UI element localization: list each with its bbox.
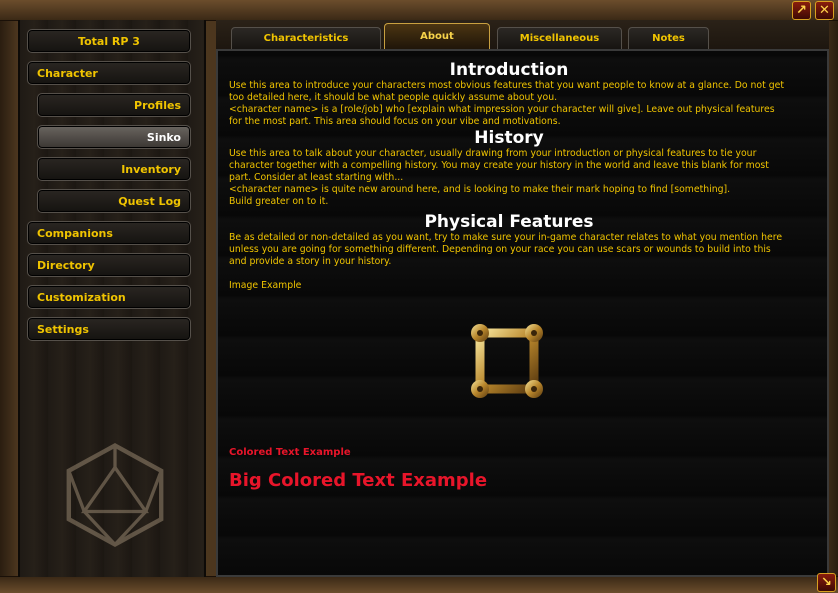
tab-notes[interactable]: Notes <box>628 27 709 49</box>
sidebar-item-label: Customization <box>37 290 126 304</box>
sidebar-item-quest-log[interactable]: Quest Log <box>37 189 191 213</box>
sidebar-item-label: Sinko <box>146 130 181 144</box>
introduction-heading: Introduction <box>449 60 569 80</box>
tab-label: Notes <box>652 33 685 44</box>
history-heading: History <box>474 128 544 148</box>
sidebar-item-sinko[interactable]: Sinko <box>37 125 191 149</box>
history-template-text: <character name> is quite new around her… <box>229 184 731 195</box>
tab-characteristics[interactable]: Characteristics <box>231 27 381 49</box>
tab-label: Characteristics <box>263 33 349 44</box>
close-x-icon: ✕ <box>819 3 830 18</box>
sidebar-item-inventory[interactable]: Inventory <box>37 157 191 181</box>
sidebar-item-label: Profiles <box>134 98 181 112</box>
colored-text-example: Colored Text Example <box>229 447 351 458</box>
sidebar-item-total-rp3[interactable]: Total RP 3 <box>27 29 191 53</box>
introduction-text: Use this area to introduce your characte… <box>229 80 784 103</box>
history-text: Use this area to talk about your charact… <box>229 148 769 183</box>
introduction-template-text: <character name> is a [role/job] who [ex… <box>229 104 775 127</box>
sidebar-item-label: Companions <box>37 226 113 240</box>
physical-features-text: Be as detailed or non-detailed as you wa… <box>229 232 783 267</box>
sidebar-item-companions[interactable]: Companions <box>27 221 191 245</box>
tab-about[interactable]: About <box>384 23 490 49</box>
about-content: Introduction Use this area to introduce … <box>229 60 789 292</box>
sidebar-item-character[interactable]: Character <box>27 61 191 85</box>
physical-features-heading: Physical Features <box>424 212 594 232</box>
tab-label: Miscellaneous <box>519 33 600 44</box>
sidebar-item-label: Settings <box>37 322 89 336</box>
sidebar-item-profiles[interactable]: Profiles <box>37 93 191 117</box>
sidebar-item-directory[interactable]: Directory <box>27 253 191 277</box>
image-example-label: Image Example <box>229 280 302 291</box>
close-button[interactable]: ✕ <box>815 1 834 20</box>
tab-label: About <box>420 31 454 42</box>
sidebar-item-label: Total RP 3 <box>78 34 140 48</box>
ornate-gold-frame-image <box>471 324 543 398</box>
maximize-button[interactable]: ↗ <box>792 1 811 20</box>
expand-arrow-icon: ↗ <box>796 3 807 18</box>
big-colored-text-example: Big Colored Text Example <box>229 470 488 491</box>
sidebar-item-label: Quest Log <box>118 194 181 208</box>
resize-arrow-icon: ↘ <box>821 575 832 590</box>
history-build-text: Build greater on to it. <box>229 196 329 207</box>
sidebar-item-customization[interactable]: Customization <box>27 285 191 309</box>
tab-miscellaneous[interactable]: Miscellaneous <box>497 27 622 49</box>
sidebar-item-label: Character <box>37 66 98 80</box>
sidebar-item-label: Inventory <box>121 162 181 176</box>
resize-button[interactable]: ↘ <box>817 573 836 592</box>
sidebar-item-label: Directory <box>37 258 95 272</box>
d20-dice-icon <box>66 442 164 548</box>
sidebar-item-settings[interactable]: Settings <box>27 317 191 341</box>
